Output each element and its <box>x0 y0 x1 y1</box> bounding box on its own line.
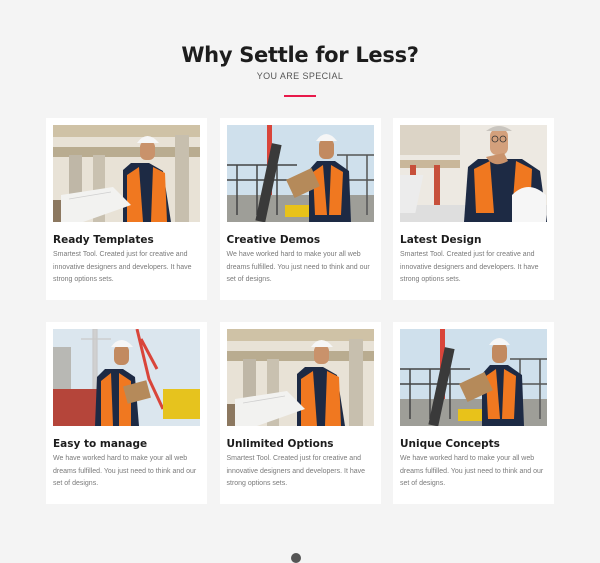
card-text: Smartest Tool. Created just for creative… <box>400 251 539 283</box>
feature-card: Latest Design Smartest Tool. Created jus… <box>393 118 554 300</box>
card-text: Smartest Tool. Created just for creative… <box>226 455 366 487</box>
card-image <box>53 329 200 426</box>
feature-card: Ready Templates Smartest Tool. Created j… <box>46 118 207 300</box>
card-title: Ready Templates <box>53 234 154 246</box>
card-text: We have worked hard to make your all web… <box>226 251 370 283</box>
scroll-to-top-button[interactable] <box>291 553 301 563</box>
card-title: Unlimited Options <box>226 438 334 450</box>
card-text: We have worked hard to make your all web… <box>400 455 544 487</box>
accent-divider <box>284 95 316 97</box>
card-title: Easy to manage <box>53 438 148 450</box>
feature-card: Unique Concepts We have worked hard to m… <box>393 322 554 504</box>
card-text: Smartest Tool. Created just for creative… <box>53 251 192 283</box>
feature-card: Creative Demos We have worked hard to ma… <box>219 118 381 300</box>
section-header: Why Settle for Less? YOU ARE SPECIAL <box>0 0 600 97</box>
section-title: Why Settle for Less? <box>181 43 419 67</box>
card-image <box>400 125 547 222</box>
card-title: Creative Demos <box>226 234 321 246</box>
section-subtitle: YOU ARE SPECIAL <box>256 71 344 81</box>
card-title: Latest Design <box>400 234 482 246</box>
card-text: We have worked hard to make your all web… <box>53 455 197 487</box>
card-image <box>53 125 200 222</box>
feature-card: Unlimited Options Smartest Tool. Created… <box>219 322 381 504</box>
card-image <box>400 329 547 426</box>
feature-card: Easy to manage We have worked hard to ma… <box>46 322 207 504</box>
card-image <box>226 125 374 222</box>
feature-grid: Ready Templates Smartest Tool. Created j… <box>46 118 554 504</box>
card-title: Unique Concepts <box>400 438 500 450</box>
card-image <box>226 329 374 426</box>
